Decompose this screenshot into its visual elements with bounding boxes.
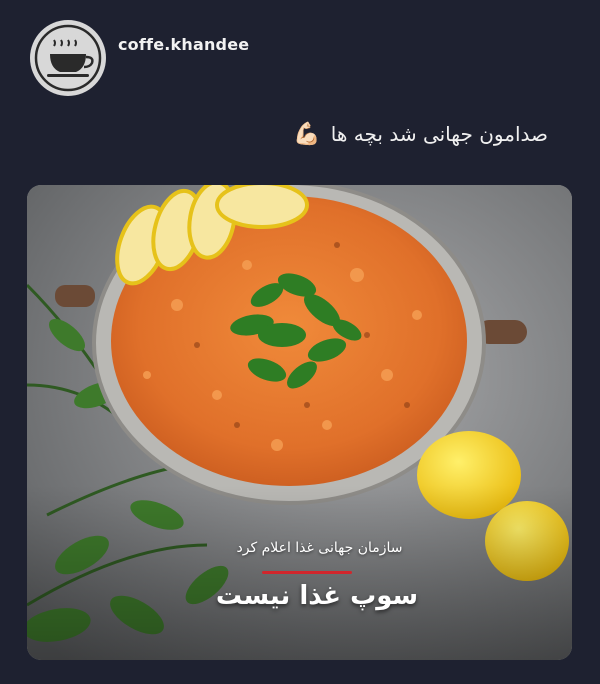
- flexed-biceps-icon: 💪🏻: [293, 122, 321, 147]
- image-title: سوپ غذا نیست: [215, 581, 419, 611]
- subtitle-underline: [262, 571, 352, 574]
- username[interactable]: coffe.khandee: [118, 35, 249, 54]
- post-card: coffe.khandee صدامون جهانی شد بچه ها 💪🏻: [0, 0, 600, 684]
- post-header: coffe.khandee: [30, 20, 249, 96]
- coffee-cup-icon: [32, 22, 104, 94]
- post-caption: صدامون جهانی شد بچه ها 💪🏻: [293, 122, 548, 147]
- post-image[interactable]: سازمان جهانی غذا اعلام کرد سوپ غذا نیست: [27, 185, 572, 660]
- image-subtitle: سازمان جهانی غذا اعلام کرد: [236, 540, 403, 556]
- bowl-handle-left: [55, 285, 95, 307]
- avatar[interactable]: [30, 20, 106, 96]
- caption-text: صدامون جهانی شد بچه ها: [330, 122, 548, 146]
